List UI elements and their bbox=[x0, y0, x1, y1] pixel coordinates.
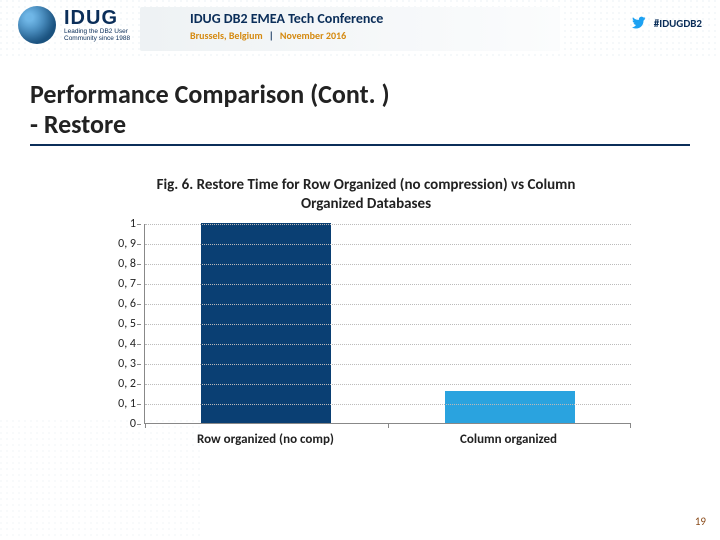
y-tick-mark bbox=[137, 424, 141, 425]
conference-title: IDUG DB2 EMEA Tech Conference bbox=[190, 10, 383, 27]
chart-container: Fig. 6. Restore Time for Row Organized (… bbox=[96, 176, 636, 434]
slide-header: IDUG Leading the DB2 User Community sinc… bbox=[0, 0, 720, 56]
plot-area bbox=[144, 224, 630, 424]
globe-icon bbox=[18, 6, 56, 44]
hashtag-text: #IDUGDB2 bbox=[654, 17, 702, 30]
y-tick-label: 0, 4 bbox=[118, 337, 136, 351]
x-tick bbox=[145, 423, 146, 428]
y-axis: 00, 10, 20, 30, 40, 50, 60, 70, 80, 91 bbox=[96, 224, 144, 424]
chart-plot: 00, 10, 20, 30, 40, 50, 60, 70, 80, 91 R… bbox=[96, 224, 636, 434]
y-tick-label: 0, 8 bbox=[118, 257, 136, 271]
slide-title-block: Performance Comparison (Cont. ) - Restor… bbox=[30, 80, 690, 146]
idug-logo: IDUG Leading the DB2 User Community sinc… bbox=[18, 6, 130, 44]
bar-row-organized bbox=[201, 223, 331, 423]
y-tick-mark bbox=[137, 364, 141, 365]
slide-root: IDUG Leading the DB2 User Community sinc… bbox=[0, 0, 720, 540]
grid-line bbox=[145, 284, 631, 285]
twitter-bird-icon bbox=[630, 16, 648, 30]
logo-tagline-2: Community since 1988 bbox=[64, 35, 130, 42]
y-tick-label: 0, 5 bbox=[118, 317, 136, 331]
grid-line bbox=[145, 264, 631, 265]
conference-date: November 2016 bbox=[280, 29, 346, 42]
grid-line bbox=[145, 244, 631, 245]
grid-line bbox=[145, 364, 631, 365]
y-tick-mark bbox=[137, 344, 141, 345]
logo-tagline-1: Leading the DB2 User bbox=[64, 28, 130, 35]
y-tick-label: 0, 2 bbox=[118, 377, 136, 391]
x-label-0: Row organized (no comp) bbox=[144, 432, 387, 447]
y-tick-mark bbox=[137, 384, 141, 385]
conference-subtitle: Brussels, Belgium | November 2016 bbox=[190, 29, 383, 42]
chart-title: Fig. 6. Restore Time for Row Organized (… bbox=[96, 176, 636, 224]
y-tick-mark bbox=[137, 324, 141, 325]
bar-column-organized bbox=[445, 391, 575, 423]
y-tick-mark bbox=[137, 304, 141, 305]
y-tick-label: 0, 7 bbox=[118, 277, 136, 291]
x-tick bbox=[630, 423, 631, 428]
logo-title: IDUG bbox=[64, 8, 130, 28]
title-underline bbox=[30, 144, 690, 146]
y-tick-mark bbox=[137, 264, 141, 265]
y-tick-mark bbox=[137, 404, 141, 405]
y-tick-label: 0, 9 bbox=[118, 237, 136, 251]
conference-city: Brussels, Belgium bbox=[190, 29, 263, 42]
page-number: 19 bbox=[695, 515, 706, 528]
x-tick bbox=[388, 423, 389, 428]
grid-line bbox=[145, 304, 631, 305]
y-tick-mark bbox=[137, 244, 141, 245]
conference-title-block: IDUG DB2 EMEA Tech Conference Brussels, … bbox=[190, 10, 383, 42]
separator: | bbox=[269, 29, 274, 42]
x-axis-labels: Row organized (no comp) Column organized bbox=[144, 432, 630, 447]
grid-line bbox=[145, 324, 631, 325]
y-tick-mark bbox=[137, 224, 141, 225]
y-tick-mark bbox=[137, 284, 141, 285]
y-tick-label: 1 bbox=[130, 217, 136, 231]
y-tick-label: 0, 1 bbox=[118, 397, 136, 411]
y-tick-label: 0, 3 bbox=[118, 357, 136, 371]
grid-line bbox=[145, 224, 631, 225]
grid-line bbox=[145, 404, 631, 405]
logo-text-wrap: IDUG Leading the DB2 User Community sinc… bbox=[64, 8, 130, 42]
hashtag-block: #IDUGDB2 bbox=[630, 16, 702, 30]
y-tick-label: 0, 6 bbox=[118, 297, 136, 311]
y-tick-label: 0 bbox=[130, 417, 136, 431]
x-label-1: Column organized bbox=[387, 432, 630, 447]
grid-line bbox=[145, 384, 631, 385]
slide-title-line2: - Restore bbox=[30, 110, 690, 140]
slide-title-line1: Performance Comparison (Cont. ) bbox=[30, 80, 690, 110]
grid-line bbox=[145, 344, 631, 345]
